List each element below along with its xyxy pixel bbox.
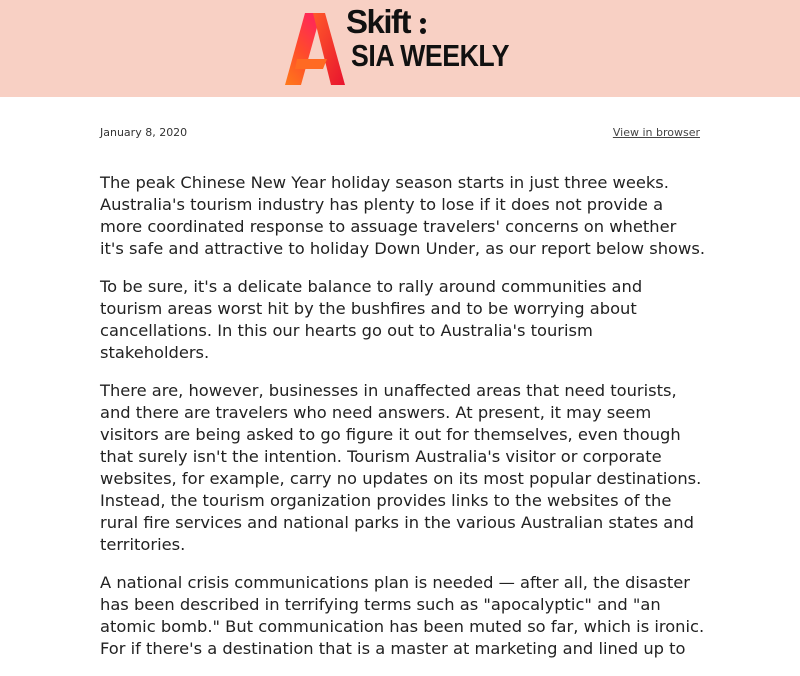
newsletter-date: January 8, 2020: [100, 126, 188, 139]
view-in-browser-link[interactable]: View in browser: [613, 126, 700, 139]
article-paragraph: The peak Chinese New Year holiday season…: [100, 173, 705, 258]
header-banner: Skift SIA WEEKLY: [0, 0, 800, 97]
article-body: The peak Chinese New Year holiday season…: [100, 172, 705, 676]
logo-skift-text: Skift: [346, 3, 412, 40]
article-paragraph: A national crisis communications plan is…: [100, 573, 705, 658]
article-paragraph: To be sure, it's a delicate balance to r…: [100, 277, 643, 362]
logo-asia-weekly-text: SIA WEEKLY: [351, 38, 510, 73]
article-paragraph: There are, however, businesses in unaffe…: [100, 381, 702, 554]
logo-dot: [420, 18, 426, 24]
logo-dot: [420, 28, 426, 34]
skift-a-logo-icon[interactable]: [283, 9, 349, 88]
